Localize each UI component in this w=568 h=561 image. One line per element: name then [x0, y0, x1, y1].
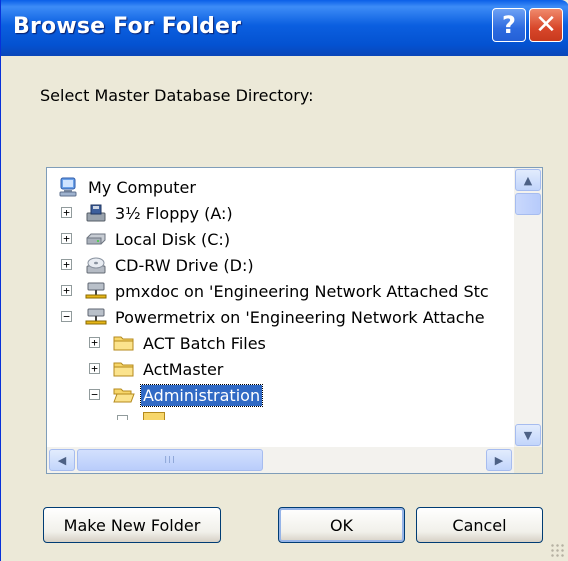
scroll-right-button[interactable]: ▶	[486, 449, 512, 471]
tree-item-label: ACT Batch Files	[143, 333, 266, 353]
expand-toggle[interactable]: +	[61, 259, 72, 270]
tree-item-label: Powermetrix on 'Engineering Network Atta…	[115, 307, 485, 327]
folder-tree[interactable]: My Computer + 3½ Floppy (A:) + Local Dis…	[46, 167, 543, 474]
computer-icon	[58, 177, 80, 197]
scrollbar-corner	[514, 447, 542, 473]
expand-toggle[interactable]: +	[89, 363, 100, 374]
title-bar[interactable]: Browse For Folder ? ✕	[1, 0, 568, 56]
tree-item-actmaster[interactable]: ActMaster	[113, 356, 225, 382]
expand-toggle[interactable]: +	[61, 207, 72, 218]
expand-toggle[interactable]: +	[61, 285, 72, 296]
ok-button[interactable]: OK	[278, 507, 405, 543]
browse-for-folder-dialog: Browse For Folder ? ✕ Select Master Data…	[0, 0, 568, 561]
folder-icon	[113, 359, 135, 379]
make-new-folder-button[interactable]: Make New Folder	[43, 507, 221, 543]
expand-toggle[interactable]: +	[61, 233, 72, 244]
horizontal-scroll-thumb[interactable]: III	[77, 449, 263, 471]
close-button[interactable]: ✕	[529, 8, 563, 42]
tree-item-administration[interactable]: Administration	[113, 382, 264, 408]
cd-drive-icon	[85, 255, 107, 275]
tree-item-label: CD-RW Drive (D:)	[115, 255, 254, 275]
network-drive-icon	[85, 281, 107, 301]
network-drive-icon	[85, 307, 107, 327]
tree-item-cd-drive[interactable]: CD-RW Drive (D:)	[85, 252, 256, 278]
tree-item-label: 3½ Floppy (A:)	[115, 203, 233, 223]
dialog-title: Browse For Folder	[13, 14, 242, 39]
scroll-up-button[interactable]: ▲	[515, 169, 541, 191]
help-button[interactable]: ?	[492, 8, 526, 42]
tree-item-act-batch-files[interactable]: ACT Batch Files	[113, 330, 268, 356]
scroll-down-button[interactable]: ▼	[515, 424, 541, 446]
folder-open-icon	[113, 385, 135, 405]
tree-item-label: Local Disk (C:)	[115, 229, 231, 249]
collapse-toggle[interactable]: −	[61, 311, 72, 322]
tree-item-label: ActMaster	[143, 359, 224, 379]
tree-item-label: My Computer	[88, 177, 196, 197]
horizontal-scrollbar[interactable]: ◀ III ▶	[47, 447, 514, 473]
tree-item-label-selected: Administration	[139, 383, 264, 407]
floppy-drive-icon	[85, 203, 107, 223]
collapse-toggle[interactable]: −	[89, 389, 100, 400]
vertical-scroll-thumb[interactable]	[515, 193, 541, 215]
hard-disk-icon	[85, 229, 107, 249]
tree-item-floppy[interactable]: 3½ Floppy (A:)	[85, 200, 235, 226]
vertical-scrollbar[interactable]: ▲ ▼	[514, 168, 542, 447]
cancel-button[interactable]: Cancel	[416, 507, 543, 543]
tree-item-pmxdoc[interactable]: pmxdoc on 'Engineering Network Attached …	[85, 278, 491, 304]
folder-icon	[113, 333, 135, 353]
resize-grip[interactable]	[550, 543, 566, 559]
tree-item-local-disk[interactable]: Local Disk (C:)	[85, 226, 232, 252]
expand-toggle[interactable]: +	[89, 337, 100, 348]
tree-item-label: pmxdoc on 'Engineering Network Attached …	[115, 281, 489, 301]
tree-item-my-computer[interactable]: My Computer	[58, 174, 198, 200]
tree-item-powermetrix[interactable]: Powermetrix on 'Engineering Network Atta…	[85, 304, 487, 330]
instruction-text: Select Master Database Directory:	[40, 86, 314, 105]
folder-icon	[143, 412, 165, 420]
scroll-left-button[interactable]: ◀	[49, 449, 75, 471]
expand-toggle-partial[interactable]	[117, 415, 128, 420]
